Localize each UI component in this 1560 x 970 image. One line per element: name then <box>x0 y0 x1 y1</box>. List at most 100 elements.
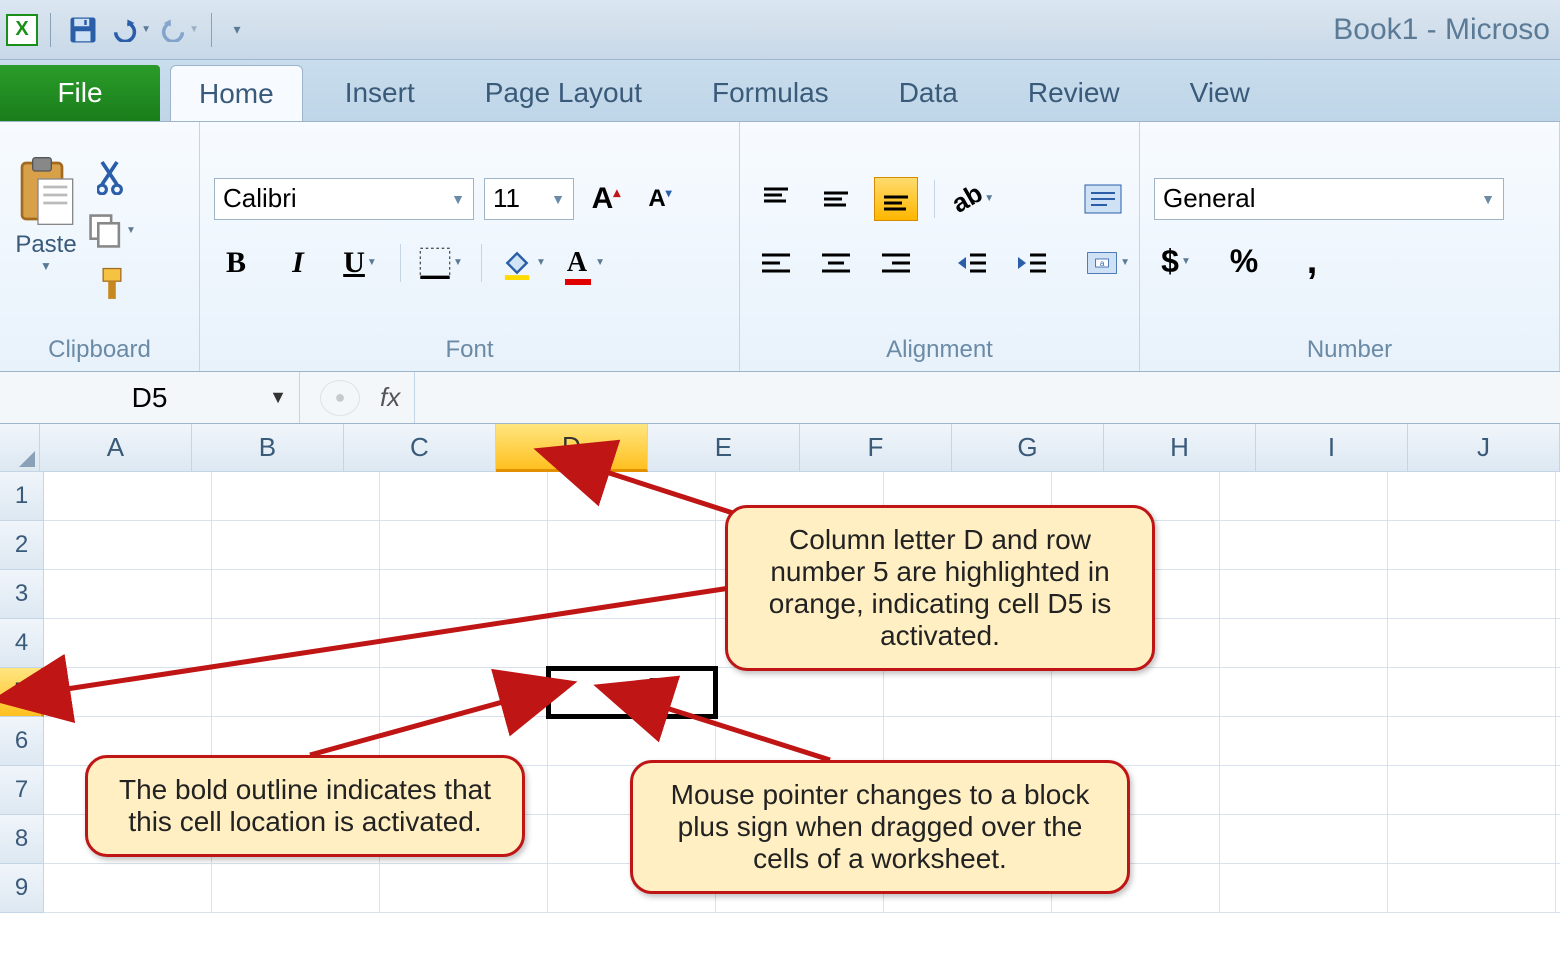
orientation-button[interactable]: ab▼ <box>951 177 995 221</box>
row-headers: 1 2 3 4 5 6 7 8 9 <box>0 472 44 913</box>
row-header-4[interactable]: 4 <box>0 619 44 668</box>
cancel-formula-button[interactable]: ● <box>320 380 360 416</box>
dropdown-icon[interactable]: ▼ <box>40 259 52 273</box>
col-header-E[interactable]: E <box>648 424 800 472</box>
align-bottom-button[interactable] <box>874 177 918 221</box>
tab-formulas[interactable]: Formulas <box>684 65 857 121</box>
align-right-button[interactable] <box>874 241 918 285</box>
number-format-value: General <box>1163 183 1256 214</box>
chevron-down-icon: ▼ <box>269 387 287 408</box>
align-top-button[interactable] <box>754 177 798 221</box>
tab-insert[interactable]: Insert <box>317 65 443 121</box>
row-header-7[interactable]: 7 <box>0 766 44 815</box>
format-painter-button[interactable] <box>88 263 136 307</box>
group-clipboard: Paste ▼ ▼ Clipboard <box>0 122 200 371</box>
bold-button[interactable]: B <box>214 241 258 285</box>
paste-button[interactable]: Paste ▼ <box>14 155 78 273</box>
dropdown-icon[interactable]: ▼ <box>595 257 605 268</box>
copy-button[interactable]: ▼ <box>88 209 136 253</box>
align-bottom-icon <box>880 185 912 213</box>
customize-qat-button[interactable]: ▾ <box>224 10 250 50</box>
underline-button[interactable]: U▼ <box>338 241 382 285</box>
row-header-2[interactable]: 2 <box>0 521 44 570</box>
name-box[interactable]: D5 ▼ <box>0 372 300 423</box>
align-top-icon <box>760 185 792 213</box>
excel-logo-icon[interactable]: X <box>6 14 38 46</box>
tab-page-layout[interactable]: Page Layout <box>457 65 670 121</box>
italic-button[interactable]: I <box>276 241 320 285</box>
group-font: Calibri ▼ 11 ▼ A▴ A▾ B I U▼ ▼ <box>200 122 740 371</box>
dropdown-icon[interactable]: ▼ <box>189 24 199 35</box>
wrap-text-button[interactable] <box>1081 177 1125 221</box>
font-name-combo[interactable]: Calibri ▼ <box>214 178 474 220</box>
col-header-G[interactable]: G <box>952 424 1104 472</box>
increase-indent-button[interactable] <box>1010 241 1054 285</box>
tab-review[interactable]: Review <box>1000 65 1148 121</box>
align-right-icon <box>880 251 912 275</box>
cut-button[interactable] <box>88 155 136 199</box>
col-header-A[interactable]: A <box>40 424 192 472</box>
comma-format-button[interactable]: , <box>1290 240 1334 284</box>
shrink-font-button[interactable]: A▾ <box>638 177 682 221</box>
font-color-button[interactable]: A ▼ <box>564 241 608 285</box>
col-header-D[interactable]: D <box>496 424 648 472</box>
col-header-I[interactable]: I <box>1256 424 1408 472</box>
number-format-combo[interactable]: General ▼ <box>1154 178 1504 220</box>
ribbon-body: Paste ▼ ▼ Clipboard <box>0 122 1560 372</box>
row-header-6[interactable]: 6 <box>0 717 44 766</box>
fx-label[interactable]: fx <box>380 382 400 413</box>
svg-text:a: a <box>1100 259 1105 268</box>
fill-color-icon <box>500 246 534 280</box>
accounting-format-button[interactable]: $▼ <box>1154 240 1198 284</box>
brush-icon <box>95 266 129 304</box>
merge-center-button[interactable]: a ▼ <box>1086 241 1130 285</box>
col-header-F[interactable]: F <box>800 424 952 472</box>
group-label: Font <box>214 333 725 367</box>
grow-font-button[interactable]: A▴ <box>584 177 628 221</box>
save-button[interactable] <box>63 10 103 50</box>
row-header-8[interactable]: 8 <box>0 815 44 864</box>
row-header-5[interactable]: 5 <box>0 668 44 717</box>
quick-access-toolbar: X ▼ ▼ ▾ <box>0 10 250 50</box>
separator <box>50 13 51 47</box>
separator <box>211 13 212 47</box>
decrease-indent-button[interactable] <box>950 241 994 285</box>
dropdown-icon[interactable]: ▼ <box>126 225 136 236</box>
row-header-3[interactable]: 3 <box>0 570 44 619</box>
align-center-button[interactable] <box>814 241 858 285</box>
col-header-B[interactable]: B <box>192 424 344 472</box>
tab-data[interactable]: Data <box>871 65 986 121</box>
borders-button[interactable]: ▼ <box>419 241 463 285</box>
fill-color-button[interactable]: ▼ <box>500 241 546 285</box>
dollar-icon: $ <box>1161 243 1179 280</box>
redo-button[interactable]: ▼ <box>159 10 199 50</box>
bold-icon: B <box>226 246 246 280</box>
align-middle-button[interactable] <box>814 177 858 221</box>
col-header-J[interactable]: J <box>1408 424 1560 472</box>
align-center-icon <box>820 251 852 275</box>
row-header-1[interactable]: 1 <box>0 472 44 521</box>
align-left-button[interactable] <box>754 241 798 285</box>
font-size-combo[interactable]: 11 ▼ <box>484 178 574 220</box>
file-tab[interactable]: File <box>0 65 160 121</box>
dropdown-icon[interactable]: ▼ <box>367 257 377 268</box>
col-header-H[interactable]: H <box>1104 424 1256 472</box>
dropdown-icon[interactable]: ▼ <box>1181 256 1191 267</box>
dropdown-icon[interactable]: ▼ <box>141 24 151 35</box>
dropdown-icon[interactable]: ▼ <box>1120 257 1130 268</box>
col-header-C[interactable]: C <box>344 424 496 472</box>
formula-input[interactable] <box>414 372 1560 423</box>
shrink-font-icon: A▾ <box>648 185 671 213</box>
undo-button[interactable]: ▼ <box>111 10 151 50</box>
tab-home[interactable]: Home <box>170 65 303 121</box>
dropdown-icon[interactable]: ▼ <box>536 257 546 268</box>
row-header-9[interactable]: 9 <box>0 864 44 913</box>
cell-reference: D5 <box>132 382 168 414</box>
select-all-button[interactable] <box>0 424 40 472</box>
group-label: Alignment <box>754 333 1125 367</box>
dropdown-icon[interactable]: ▼ <box>453 257 463 268</box>
tab-view[interactable]: View <box>1162 65 1278 121</box>
percent-format-button[interactable]: % <box>1222 240 1266 284</box>
undo-icon <box>111 18 139 42</box>
chevron-down-icon: ▼ <box>551 191 565 207</box>
